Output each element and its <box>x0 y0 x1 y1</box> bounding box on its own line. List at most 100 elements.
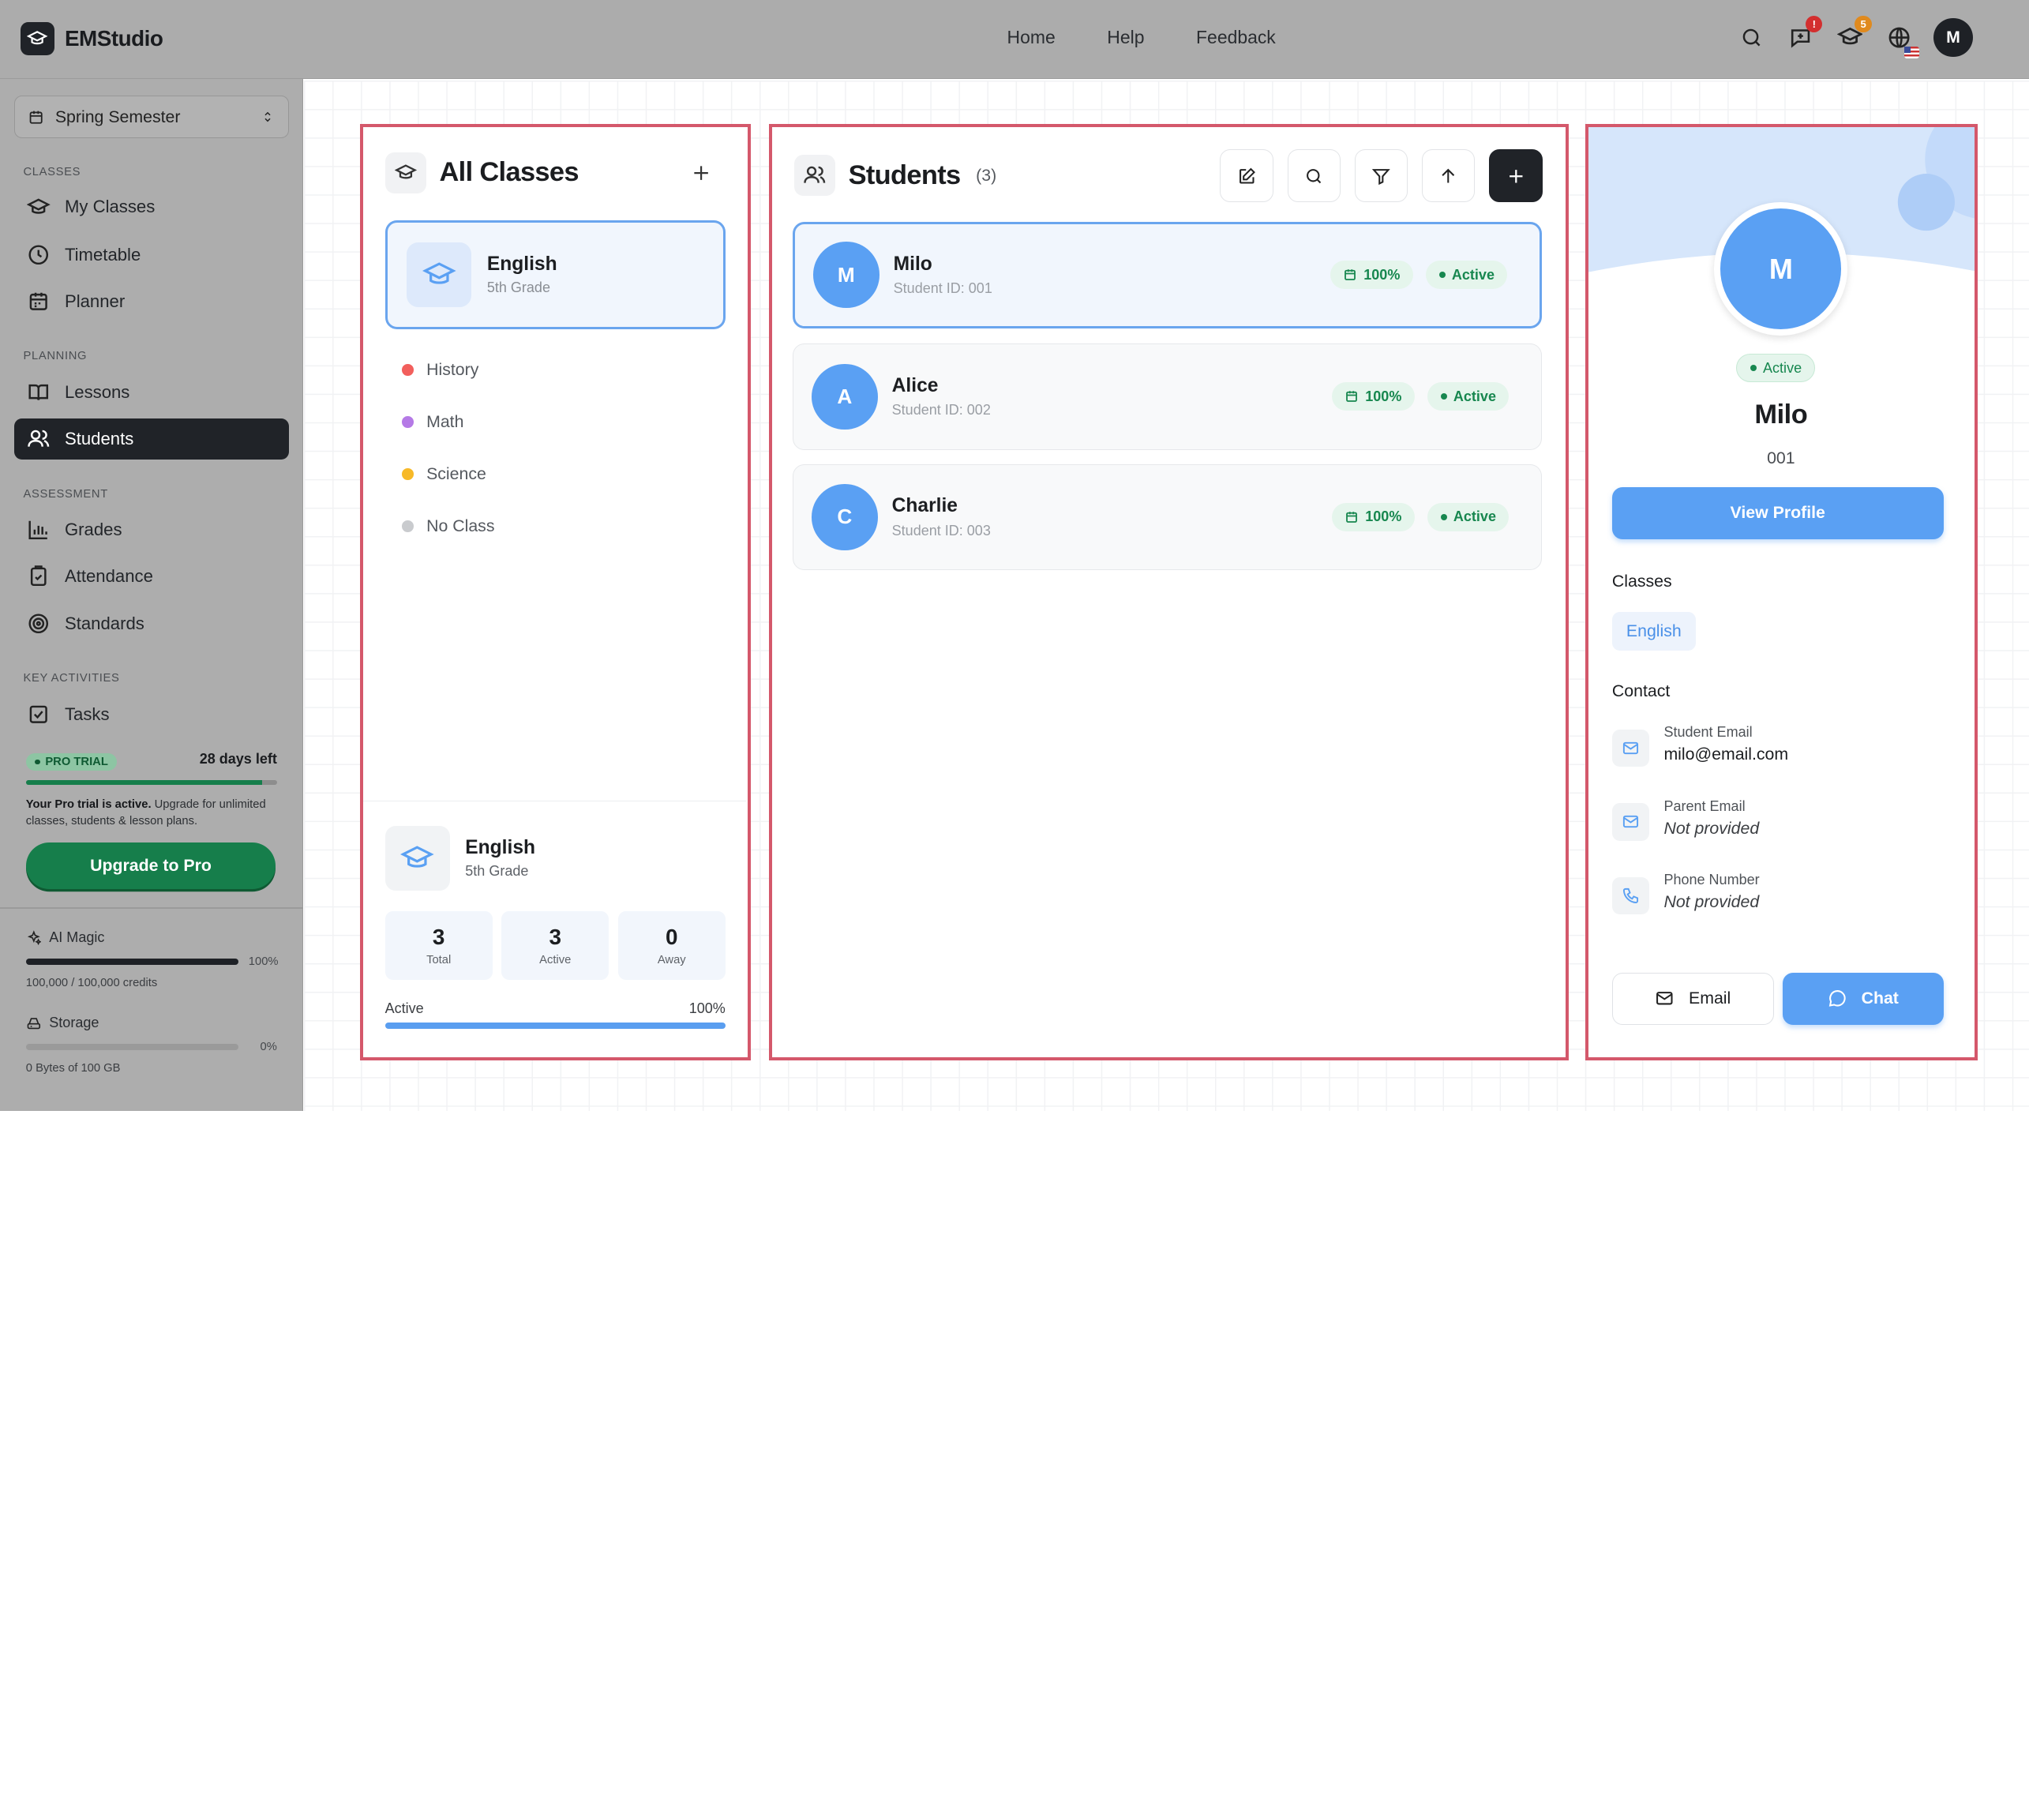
graduation-cap-icon <box>27 198 51 214</box>
student-email: Student Email milo@email.com <box>1611 724 1788 767</box>
students-panel: Students (3) M Milo Student ID: 001 100% <box>768 124 1570 1060</box>
trial-progress-fill <box>25 779 262 786</box>
profile-avatar: M <box>1714 202 1848 336</box>
attendance-value: 100% <box>1363 266 1401 283</box>
student-name: Charlie <box>891 495 958 517</box>
sidebar-item-my-classes[interactable]: My Classes <box>14 186 289 227</box>
student-name: Milo <box>893 253 932 275</box>
attendance-badge: 100% <box>1331 502 1415 531</box>
attendance-badge: 100% <box>1330 261 1413 290</box>
profile-status-badge: Active <box>1736 354 1816 383</box>
graduation-cap-icon <box>384 826 450 891</box>
sidebar-item-standards[interactable]: Standards <box>14 603 289 644</box>
storage-pct: 0% <box>260 1040 277 1053</box>
status-badge: Active <box>1426 261 1508 290</box>
ai-usage-pct: 100% <box>248 955 279 968</box>
sidebar-item-tasks[interactable]: Tasks <box>14 694 289 735</box>
storage-title: Storage <box>49 1015 99 1031</box>
trial-text-bold: Your Pro trial is active. <box>25 798 152 812</box>
courses-badge: 5 <box>1855 15 1872 32</box>
top-nav: Home Help Feedback <box>1007 27 1276 48</box>
sidebar-item-attendance[interactable]: Attendance <box>14 555 289 596</box>
nav-help[interactable]: Help <box>1107 27 1144 48</box>
notifications-badge: ! <box>1806 15 1823 32</box>
pro-trial-badge: PRO TRIAL <box>25 752 118 771</box>
add-student-button[interactable] <box>1489 149 1543 203</box>
student-email-value[interactable]: milo@email.com <box>1663 745 1788 764</box>
globe-icon[interactable] <box>1885 23 1920 58</box>
notifications-icon[interactable]: ! <box>1787 15 1823 51</box>
search-icon[interactable] <box>1737 23 1765 51</box>
class-item-science[interactable]: Science <box>401 448 495 500</box>
class-item-math[interactable]: Math <box>401 396 495 448</box>
checkbox-icon <box>30 705 48 724</box>
email-button[interactable]: Email <box>1611 972 1774 1025</box>
sidebar-item-label: My Classes <box>64 197 156 217</box>
clock-icon <box>28 245 49 265</box>
courses-icon[interactable]: 5 <box>1836 15 1872 51</box>
parent-email-label: Parent Email <box>1663 797 1746 814</box>
semester-label: Spring Semester <box>54 107 181 126</box>
status-badge: Active <box>1427 502 1510 531</box>
sidebar-item-label: Attendance <box>64 565 153 586</box>
class-item-label: Math <box>426 411 464 431</box>
pro-trial-label: PRO TRIAL <box>45 756 108 769</box>
bar-chart-icon <box>28 520 48 539</box>
sidebar-item-label: Grades <box>64 519 122 539</box>
attendance-value: 100% <box>1365 388 1402 404</box>
view-profile-button[interactable]: View Profile <box>1611 487 1944 539</box>
sidebar-item-lessons[interactable]: Lessons <box>14 372 289 413</box>
avatar: C <box>812 484 878 550</box>
search-button[interactable] <box>1287 149 1341 203</box>
ai-usage: AI Magic 100% 100,000 / 100,000 credits <box>25 929 279 989</box>
class-item-history[interactable]: History <box>401 343 495 396</box>
sidebar-item-grades[interactable]: Grades <box>14 508 289 550</box>
chat-button[interactable]: Chat <box>1783 972 1944 1025</box>
classes-panel: All Classes English 5th Grade History Ma… <box>359 124 751 1060</box>
status-label: Active <box>1451 266 1495 283</box>
nav-feedback[interactable]: Feedback <box>1196 27 1276 48</box>
students-count: (3) <box>976 165 997 185</box>
class-card-selected[interactable]: English 5th Grade <box>384 220 726 330</box>
top-bar: EMStudio Home Help Feedback ! 5 M <box>0 0 2029 79</box>
chevron-up-down-icon <box>264 112 271 122</box>
users-icon <box>793 154 836 197</box>
nav-home[interactable]: Home <box>1007 27 1056 48</box>
edit-button[interactable] <box>1220 149 1273 203</box>
student-id: Student ID: 002 <box>891 402 991 418</box>
student-row[interactable]: M Milo Student ID: 001 100% Active <box>793 222 1543 328</box>
plus-icon <box>1509 169 1523 183</box>
app-logo[interactable]: EMStudio <box>21 21 163 56</box>
student-row[interactable]: A Alice Student ID: 002 100% Active <box>793 343 1543 450</box>
user-avatar[interactable]: M <box>1933 17 1973 58</box>
filter-button[interactable] <box>1354 149 1408 203</box>
edit-icon <box>1239 167 1255 184</box>
sidebar-item-timetable[interactable]: Timetable <box>14 235 289 276</box>
class-stats: 3 Total 3 Active 0 Away <box>384 911 726 981</box>
clipboard-check-icon <box>31 565 47 586</box>
add-class-button[interactable] <box>691 161 711 187</box>
stat-label: Active <box>539 954 572 967</box>
sidebar-item-label: Students <box>64 428 134 448</box>
book-open-icon <box>28 384 49 400</box>
stat-value: 0 <box>666 925 678 950</box>
sidebar-item-students[interactable]: Students <box>14 418 289 460</box>
semester-select[interactable]: Spring Semester <box>14 96 289 139</box>
sort-button[interactable] <box>1422 149 1476 203</box>
mail-icon <box>1656 992 1673 1005</box>
class-tag[interactable]: English <box>1611 611 1696 651</box>
upgrade-button[interactable]: Upgrade to Pro <box>25 842 276 890</box>
sidebar-item-planner[interactable]: Planner <box>14 281 289 322</box>
trial-text: Your Pro trial is active. Upgrade for un… <box>26 797 277 831</box>
calendar-icon <box>30 292 48 311</box>
status-badge: Active <box>1427 382 1510 411</box>
graduation-cap-icon <box>21 21 54 56</box>
student-email-label: Student Email <box>1663 724 1753 741</box>
active-progress-fill <box>384 1023 726 1030</box>
chat-bubble-icon <box>1828 990 1846 1008</box>
student-row[interactable]: C Charlie Student ID: 003 100% Active <box>793 463 1543 571</box>
storage-usage: Storage 0% 0 Bytes of 100 GB <box>25 1015 277 1075</box>
mail-icon <box>1611 803 1650 841</box>
student-name: Alice <box>891 374 939 396</box>
class-item-no-class[interactable]: No Class <box>401 500 494 552</box>
